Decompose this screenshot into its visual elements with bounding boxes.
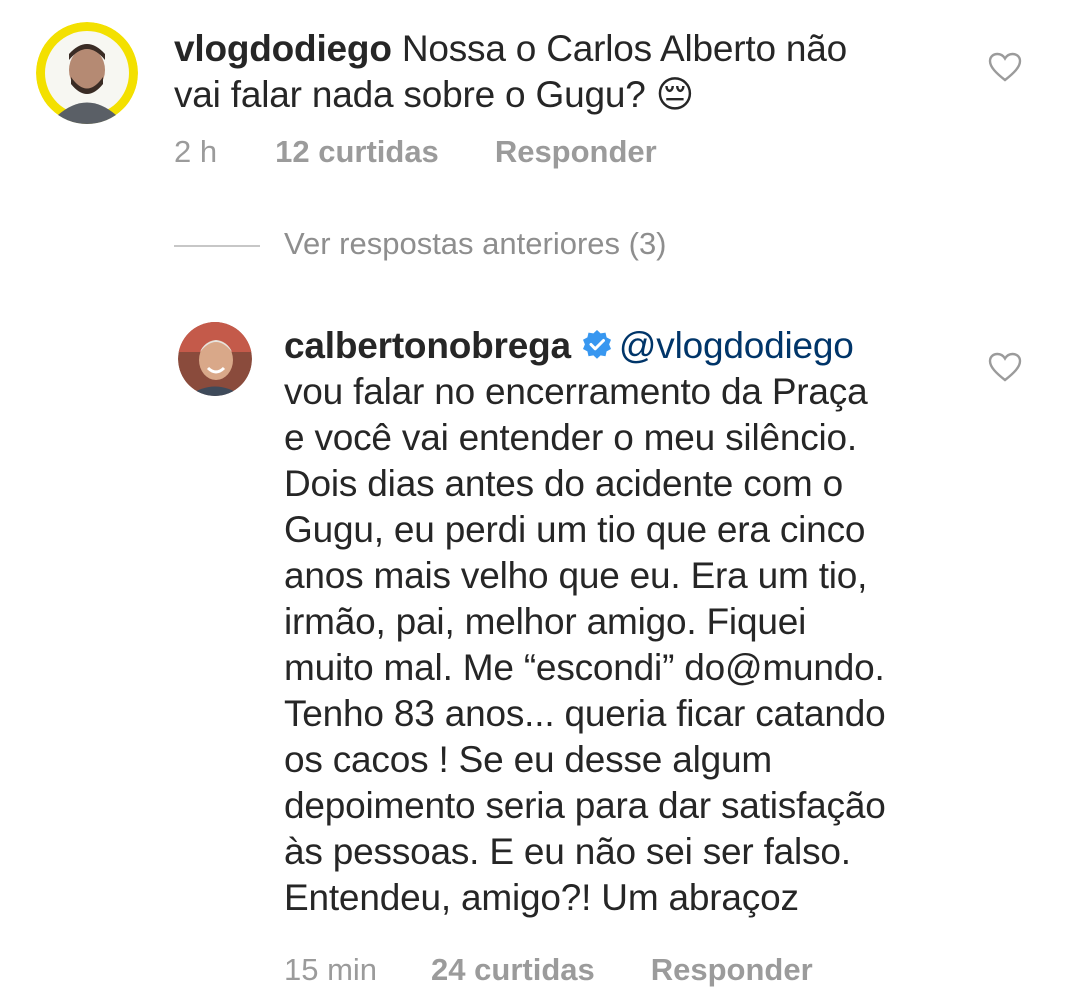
- comment-1-body-line-2: vai falar nada sobre o Gugu? 😔: [174, 74, 695, 115]
- comment-2-line-7: muito mal. Me “escondi” do@mundo.: [284, 647, 885, 688]
- comment-2-line-11: às pessoas. E eu não sei ser falso.: [284, 831, 851, 872]
- comment-2-line-10: depoimento seria para dar satisfação: [284, 785, 886, 826]
- comment-2-line-5: anos mais velho que eu. Era um tio,: [284, 555, 868, 596]
- comment-2-username[interactable]: calbertonobrega: [284, 325, 571, 366]
- verified-badge-icon: [582, 330, 611, 359]
- avatar-vlogdodiego[interactable]: [36, 22, 138, 124]
- heart-outline-icon[interactable]: [988, 52, 1022, 82]
- comment-2-meta: 15 min 24 curtidas Responder: [284, 952, 813, 988]
- comment-1-meta: 2 h 12 curtidas Responder: [174, 134, 657, 170]
- comment-2-line-12: Entendeu, amigo?! Um abraçoz: [284, 877, 799, 918]
- comment-2-line-4: Gugu, eu perdi um tio que era cinco: [284, 509, 866, 550]
- comment-2-likes[interactable]: 24 curtidas: [431, 952, 595, 988]
- comment-1-body-line-1: Nossa o Carlos Alberto não: [401, 28, 848, 69]
- comment-2-line-3: Dois dias antes do acidente com o: [284, 463, 844, 504]
- comment-2-line-2: e você vai entender o meu silêncio.: [284, 417, 858, 458]
- comment-1-reply-button[interactable]: Responder: [495, 134, 657, 170]
- replies-divider: [174, 245, 260, 247]
- comment-2-line-8: Tenho 83 anos... queria ficar catando: [284, 693, 886, 734]
- comment-1-text: vlogdodiego Nossa o Carlos Alberto não v…: [174, 26, 847, 118]
- comment-2-line-9: os cacos ! Se eu desse algum: [284, 739, 773, 780]
- comment-2-line-6: irmão, pai, melhor amigo. Fiquei: [284, 601, 807, 642]
- comment-1-username[interactable]: vlogdodiego: [174, 28, 392, 69]
- avatar-calbertonobrega[interactable]: [178, 322, 252, 396]
- heart-outline-icon[interactable]: [988, 352, 1022, 382]
- comment-1-likes[interactable]: 12 curtidas: [275, 134, 439, 170]
- comment-2-time: 15 min: [284, 952, 378, 987]
- view-previous-replies-button[interactable]: Ver respostas anteriores (3): [284, 226, 667, 262]
- comment-2-reply-button[interactable]: Responder: [651, 952, 813, 988]
- comment-2-mention[interactable]: @vlogdodiego: [619, 325, 854, 366]
- comment-2-text: calbertonobrega @vlogdodiego vou falar no…: [284, 323, 886, 921]
- comment-2-line-1: vou falar no encerramento da Praça: [284, 371, 868, 412]
- comment-1-time: 2 h: [174, 134, 218, 169]
